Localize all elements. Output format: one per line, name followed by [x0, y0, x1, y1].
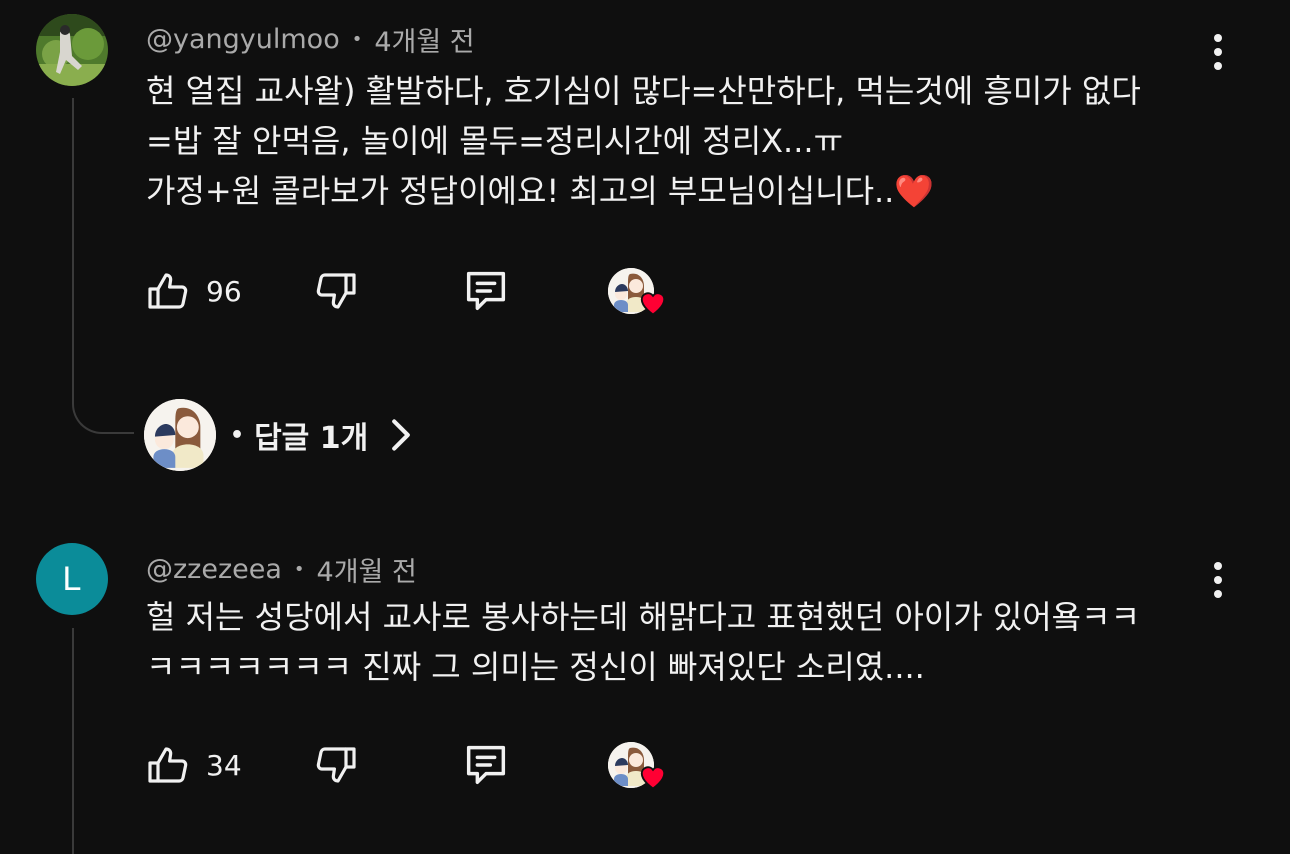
chevron-right-icon [392, 419, 411, 451]
comment-actions: 96 [144, 264, 704, 318]
author-handle[interactable]: @yangyulmoo [146, 24, 340, 55]
dislike-button[interactable] [312, 264, 360, 318]
thread-line [72, 628, 74, 854]
like-count: 96 [206, 274, 242, 308]
comment-meta: @yangyulmoo • 4개월 전 [146, 20, 475, 59]
reply-author-avatar [144, 399, 216, 471]
thread-connector [72, 380, 134, 434]
creator-heart-badge[interactable] [608, 264, 672, 318]
like-button[interactable]: 96 [144, 264, 242, 318]
avatar[interactable] [36, 14, 108, 86]
reply-count-label: 답글 1개 [254, 421, 369, 456]
separator: • [293, 559, 305, 580]
reply-button[interactable] [460, 738, 512, 792]
replies-label[interactable]: • 답글 1개 [230, 413, 412, 457]
comment-item: L @zzezeea • 4개월 전 헐 저는 성당에서 교사로 봉사하는데 해… [0, 520, 1290, 854]
more-vertical-icon[interactable] [1204, 560, 1232, 600]
creator-heart-icon [640, 292, 666, 316]
avatar-letter: L [62, 559, 82, 598]
more-vertical-icon[interactable] [1204, 32, 1232, 72]
like-count: 34 [206, 748, 242, 782]
comment-item: @yangyulmoo • 4개월 전 현 얼집 교사왈) 활발하다, 호기심이… [0, 0, 1290, 500]
comment-time[interactable]: 4개월 전 [374, 20, 474, 59]
comment-actions: 34 [144, 738, 704, 792]
dislike-button[interactable] [312, 738, 360, 792]
comment-text: 헐 저는 성당에서 교사로 봉사하는데 해맑다고 표현했던 아이가 있어욬ㅋㅋ … [146, 598, 1141, 686]
comment-meta: @zzezeea • 4개월 전 [146, 550, 417, 589]
view-replies-button[interactable]: • 답글 1개 [144, 398, 412, 472]
avatar[interactable]: L [36, 543, 108, 615]
thumbs-up-icon [148, 747, 188, 783]
thumbs-down-icon [316, 747, 356, 783]
author-handle[interactable]: @zzezeea [146, 554, 282, 585]
separator: • [351, 29, 363, 50]
comment-icon [466, 271, 506, 311]
like-button[interactable]: 34 [144, 738, 242, 792]
reply-button[interactable] [460, 264, 512, 318]
thumbs-up-icon [148, 273, 188, 309]
comment-time[interactable]: 4개월 전 [317, 550, 417, 589]
thumbs-down-icon [316, 273, 356, 309]
separator: • [230, 422, 245, 448]
thread-line [72, 98, 74, 382]
creator-heart-badge[interactable] [608, 738, 672, 792]
comment-icon [466, 745, 506, 785]
comment-text: 현 얼집 교사왈) 활발하다, 호기심이 많다=산만하다, 먹는것에 흥미가 없… [146, 72, 1141, 210]
creator-heart-icon [640, 766, 666, 790]
